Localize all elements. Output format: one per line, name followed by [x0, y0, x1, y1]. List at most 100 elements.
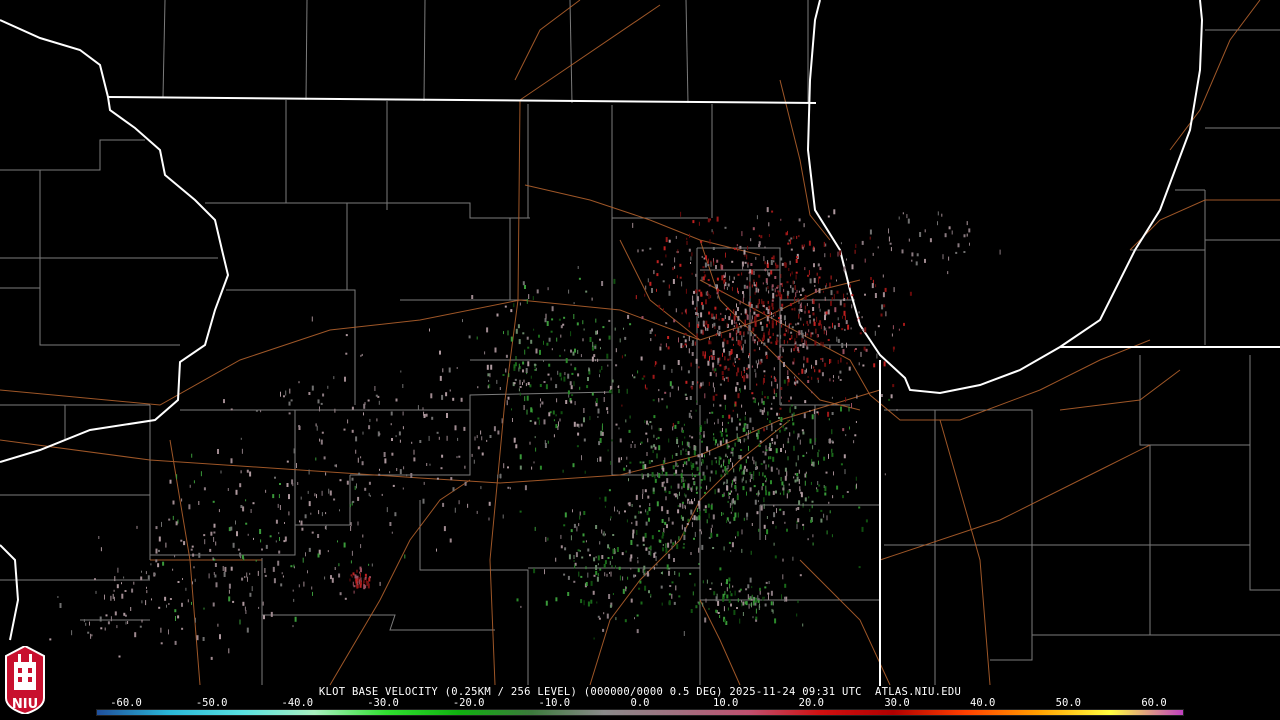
echo-pixel: [827, 309, 830, 315]
echo-pixel: [869, 236, 871, 240]
echo-pixel: [746, 285, 749, 289]
echo-pixel: [364, 487, 367, 491]
echo-pixel: [166, 604, 167, 608]
echo-pixel: [744, 325, 746, 327]
echo-pixel: [628, 469, 631, 474]
echo-pixel: [616, 509, 618, 512]
echo-pixel: [625, 419, 627, 423]
echo-pixel: [114, 611, 117, 616]
echo-pixel: [684, 506, 686, 510]
echo-pixel: [861, 240, 864, 245]
echo-pixel: [711, 229, 713, 233]
echo-pixel: [555, 424, 558, 429]
echo-pixel: [202, 637, 205, 641]
echo-pixel: [579, 515, 581, 520]
echo-pixel: [795, 323, 797, 326]
echo-pixel: [796, 256, 799, 259]
echo-pixel: [820, 324, 822, 330]
echo-pixel: [816, 411, 819, 414]
echo-pixel: [763, 332, 765, 338]
echo-pixel: [523, 379, 525, 383]
echo-pixel: [740, 449, 743, 451]
echo-pixel: [707, 279, 710, 281]
echo-pixel: [249, 471, 252, 477]
echo-pixel: [734, 512, 737, 518]
echo-pixel: [300, 520, 303, 526]
echo-pixel: [836, 290, 839, 294]
echo-pixel: [687, 457, 690, 462]
echo-pixel: [168, 603, 170, 605]
echo-pixel: [496, 379, 498, 384]
echo-pixel: [724, 404, 726, 410]
echo-pixel: [732, 280, 734, 283]
echo-pixel: [564, 547, 567, 551]
echo-pixel: [672, 426, 674, 431]
echo-pixel: [796, 613, 798, 617]
echo-pixel: [803, 356, 805, 361]
echo-pixel: [312, 591, 313, 596]
echo-pixel: [353, 590, 355, 594]
echo-pixel: [775, 294, 778, 297]
echo-pixel: [807, 538, 809, 541]
echo-pixel: [773, 504, 775, 507]
echo-pixel: [795, 507, 797, 511]
echo-pixel: [850, 327, 852, 330]
echo-pixel: [741, 404, 743, 408]
echo-pixel: [822, 357, 824, 362]
echo-pixel: [489, 435, 492, 438]
echo-pixel: [756, 493, 758, 496]
echo-pixel: [846, 292, 848, 295]
echo-pixel: [563, 524, 566, 527]
echo-pixel: [782, 558, 784, 562]
echo-pixel: [686, 237, 688, 240]
echo-pixel: [476, 510, 478, 514]
echo-pixel: [786, 493, 788, 499]
echo-pixel: [944, 233, 947, 238]
echo-pixel: [768, 594, 769, 600]
echo-pixel: [842, 349, 845, 355]
echo-pixel: [719, 440, 722, 446]
echo-pixel: [833, 375, 834, 379]
echo-pixel: [724, 315, 726, 319]
echo-pixel: [829, 282, 831, 288]
echo-pixel: [744, 308, 747, 314]
echo-pixel: [702, 602, 704, 607]
echo-pixel: [648, 517, 650, 522]
echo-pixel: [731, 448, 734, 451]
echo-pixel: [968, 228, 971, 233]
echo-pixel: [641, 316, 644, 320]
echo-pixel: [136, 525, 138, 529]
echo-pixel: [774, 288, 776, 293]
echo-pixel: [753, 281, 755, 286]
echo-pixel: [858, 311, 860, 314]
echo-pixel: [591, 297, 593, 301]
echo-pixel: [657, 472, 659, 478]
echo-pixel: [123, 576, 125, 579]
echo-pixel: [773, 260, 775, 263]
echo-pixel: [755, 256, 757, 260]
echo-pixel: [734, 590, 736, 596]
echo-pixel: [595, 570, 598, 575]
echo-pixel: [703, 271, 705, 274]
echo-pixel: [614, 506, 615, 512]
echo-pixel: [732, 362, 734, 366]
echo-pixel: [683, 535, 686, 540]
echo-pixel: [725, 308, 727, 311]
echo-pixel: [780, 334, 782, 339]
echo-pixel: [563, 376, 566, 382]
echo-pixel: [212, 557, 214, 561]
echo-pixel: [656, 501, 659, 507]
echo-pixel: [754, 291, 756, 295]
echo-pixel: [708, 513, 710, 519]
echo-pixel: [756, 511, 759, 515]
echo-pixel: [502, 514, 504, 519]
echo-pixel: [653, 270, 655, 275]
echo-pixel: [804, 369, 806, 374]
echo-pixel: [687, 498, 690, 501]
echo-pixel: [764, 451, 767, 456]
echo-pixel: [591, 356, 594, 362]
echo-pixel: [429, 328, 430, 332]
echo-pixel: [788, 483, 790, 486]
echo-pixel: [765, 278, 768, 284]
echo-pixel: [789, 432, 791, 437]
